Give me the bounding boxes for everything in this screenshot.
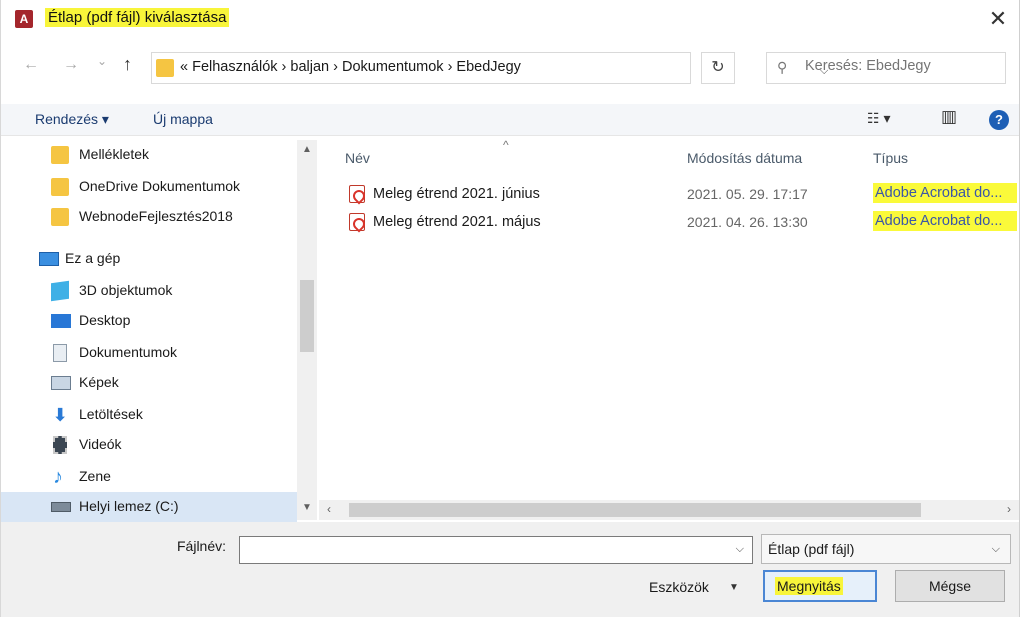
folder-icon [156,59,174,77]
search-icon: ⚲ [777,59,788,75]
up-arrow-icon[interactable]: ↑ [123,54,132,75]
file-type: Adobe Acrobat do... [873,211,1017,231]
window-border [1014,0,1020,617]
address-bar[interactable]: « Felhasználók › baljan › Dokumentumok ›… [151,52,828,84]
file-modified: 2021. 04. 26. 13:30 [687,214,808,230]
computer-icon [39,252,59,266]
open-button[interactable]: Megnyitás [763,570,877,602]
breadcrumb[interactable]: « Felhasználók › baljan › Dokumentumok ›… [180,59,521,75]
sidebar-item-label: 3D objektumok [79,282,173,298]
sidebar-item-label: Letöltések [79,406,143,422]
search-box[interactable]: ⚲ [766,52,1006,84]
new-folder-button[interactable]: Új mappa [153,111,213,127]
dialog-footer: Fájlnév: ⌵ Étlap (pdf fájl) ⌵ Eszközök ▼… [1,522,1020,617]
column-header-type[interactable]: Típus [873,150,908,166]
file-list: Név ^ Módosítás dátuma Típus Meleg étren… [319,138,1020,522]
navigation-pane: Mellékletek OneDrive Dokumentumok Webnod… [1,140,301,522]
file-row[interactable]: Meleg étrend 2021. május 2021. 04. 26. 1… [319,208,1019,236]
sidebar-item-videos[interactable]: Videók [1,430,297,460]
folder-icon [51,146,69,164]
chevron-down-icon[interactable]: ⌵ [736,543,744,556]
forward-arrow-icon[interactable]: → [63,56,79,74]
address-row: ← → ⌄ ↑ « Felhasználók › baljan › Dokume… [1,50,1020,86]
sidebar-item-this-pc[interactable]: Ez a gép [1,244,297,274]
sidebar-item-3d-objects[interactable]: 3D objektumok [1,276,297,306]
sidebar-item-label: Dokumentumok [79,344,178,360]
file-open-dialog: A Étlap (pdf fájl) kiválasztása ✕ ← → ⌄ … [0,0,1020,617]
sidebar-item-onedrive[interactable]: OneDrive Dokumentumok [1,172,297,202]
filename-label: Fájlnév: [177,538,227,554]
filename-combobox[interactable]: ⌵ [239,536,753,564]
document-icon [53,344,67,362]
music-icon: ♪ [53,466,63,488]
search-input[interactable] [805,58,1000,74]
preview-pane-icon[interactable]: ▥ [941,107,957,127]
access-app-icon: A [15,10,33,28]
drive-icon [51,502,71,512]
sidebar-item-label: Helyi lemez (C:) [79,498,179,514]
file-name: Meleg étrend 2021. május [373,214,541,230]
filename-input[interactable] [244,541,714,557]
recent-locations-chevron-icon[interactable]: ⌄ [97,54,107,68]
column-header-modified[interactable]: Módosítás dátuma [687,150,802,166]
scroll-down-icon[interactable]: ▼ [297,502,317,513]
folder-icon [51,208,69,226]
tools-button[interactable]: Eszközök [649,579,709,595]
pdf-file-icon [349,185,365,203]
sidebar-item-label: Képek [79,374,119,390]
back-arrow-icon[interactable]: ← [23,56,39,74]
pdf-file-icon [349,213,365,231]
sidebar-item-music[interactable]: ♪ Zene [1,462,297,492]
sidebar-item-webnode[interactable]: WebnodeFejlesztés2018 [1,202,297,232]
file-list-horizontal-scrollbar[interactable]: ‹ › [319,500,1019,520]
file-name: Meleg étrend 2021. június [373,186,540,202]
close-button[interactable]: ✕ [983,4,1013,34]
organize-button[interactable]: Rendezés ▾ [35,111,109,128]
sort-ascending-icon: ^ [503,138,509,152]
title-bar: A Étlap (pdf fájl) kiválasztása ✕ [1,0,1020,38]
scrollbar-thumb[interactable] [300,280,314,352]
sidebar-item-mellekletek[interactable]: Mellékletek [1,140,297,170]
sidebar-item-label: Mellékletek [79,146,150,162]
navigation-pane-scrollbar[interactable]: ▲ ▼ [297,140,317,520]
filetype-value: Étlap (pdf fájl) [768,541,855,557]
download-icon: ⬇ [52,405,68,425]
sidebar-item-downloads[interactable]: ⬇ Letöltések [1,400,297,430]
cancel-button[interactable]: Mégse [895,570,1005,602]
sidebar-item-local-disk[interactable]: Helyi lemez (C:) [1,492,297,522]
refresh-button[interactable]: ↻ [701,52,735,84]
column-header-name[interactable]: Név [345,150,370,166]
sidebar-item-pictures[interactable]: Képek [1,368,297,398]
sidebar-item-label: Zene [79,468,111,484]
sidebar-item-label: Desktop [79,312,131,328]
dialog-title: Étlap (pdf fájl) kiválasztása [45,8,230,27]
command-bar: Rendezés ▾ Új mappa ☷ ▾ ▥ ? [1,104,1020,136]
file-row[interactable]: Meleg étrend 2021. június 2021. 05. 29. … [319,180,1019,208]
file-type: Adobe Acrobat do... [873,183,1017,203]
open-button-label: Megnyitás [775,577,843,595]
desktop-icon [51,314,71,328]
sidebar-item-label: WebnodeFejlesztés2018 [79,208,233,224]
scroll-left-icon[interactable]: ‹ [327,502,331,516]
pictures-icon [51,376,71,390]
file-modified: 2021. 05. 29. 17:17 [687,186,808,202]
chevron-down-icon[interactable]: ⌵ [992,543,1000,556]
scrollbar-thumb[interactable] [349,503,921,517]
sidebar-item-label: Ez a gép [65,250,121,266]
view-options-icon[interactable]: ☷ ▾ [867,110,890,127]
filetype-select[interactable]: Étlap (pdf fájl) ⌵ [761,534,1011,564]
cube-icon [51,280,69,302]
scroll-up-icon[interactable]: ▲ [297,144,317,155]
sidebar-item-label: Videók [79,436,122,452]
sidebar-item-documents[interactable]: Dokumentumok [1,338,297,368]
caret-down-icon[interactable]: ▼ [729,582,739,593]
folder-icon [51,178,69,196]
sidebar-item-desktop[interactable]: Desktop [1,306,297,336]
sidebar-item-label: OneDrive Dokumentumok [79,178,241,194]
help-icon[interactable]: ? [989,110,1009,130]
scroll-right-icon[interactable]: › [1007,502,1011,516]
video-icon [53,436,67,454]
